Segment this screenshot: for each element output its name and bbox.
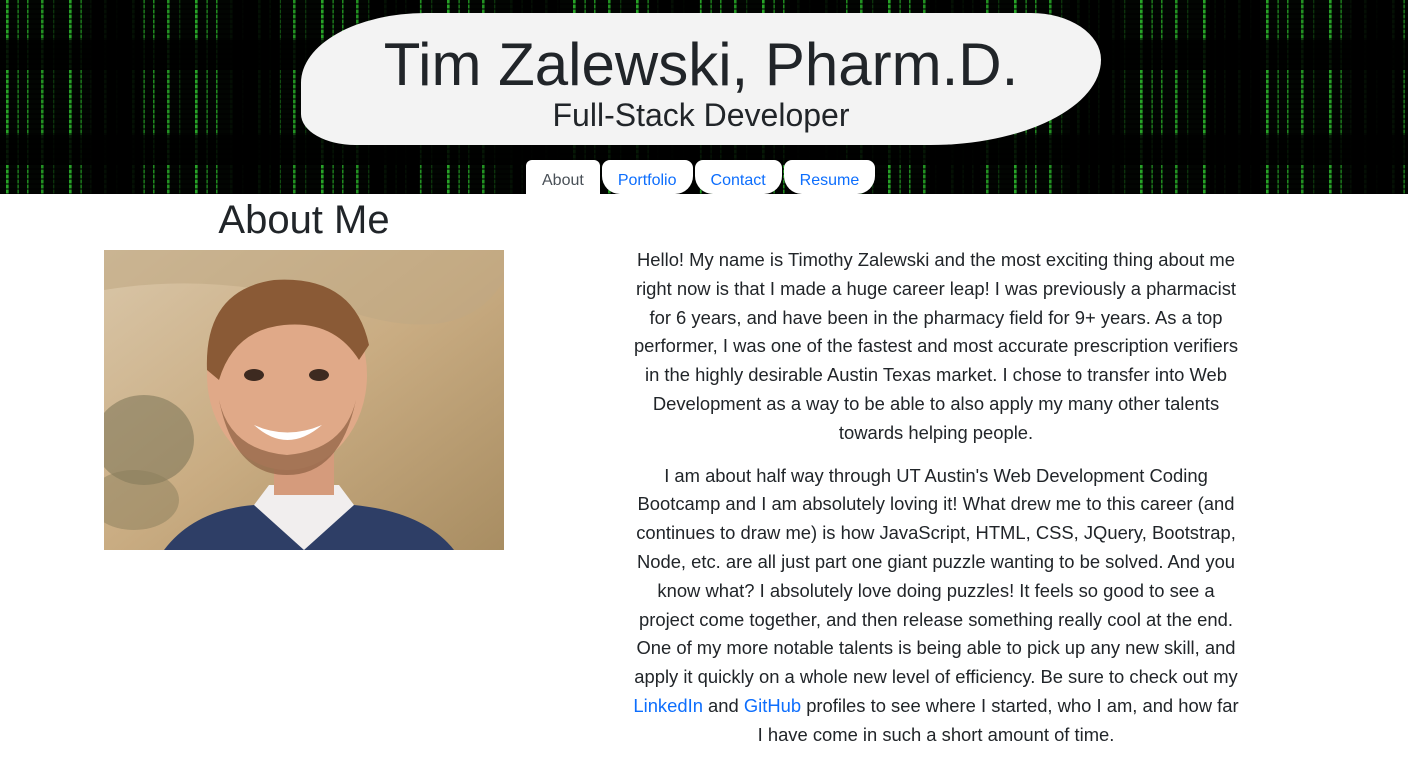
title-bubble: Tim Zalewski, Pharm.D. Full-Stack Develo… — [301, 13, 1101, 145]
site-subtitle: Full-Stack Developer — [552, 97, 850, 133]
site-header: Tim Zalewski, Pharm.D. Full-Stack Develo… — [0, 0, 1408, 194]
bio-text-segment: profiles to see where I started, who I a… — [757, 694, 1239, 745]
bio-text-segment: I am about half way through UT Austin's … — [634, 464, 1238, 688]
nav-tabs: About Portfolio Contact Resume — [526, 160, 877, 194]
profile-photo — [104, 250, 504, 550]
bio-paragraph-1: Hello! My name is Timothy Zalewski and t… — [633, 249, 1239, 443]
tab-resume[interactable]: Resume — [783, 160, 876, 194]
bio-paragraph-2: I am about half way through UT Austin's … — [630, 462, 1242, 750]
tab-contact[interactable]: Contact — [694, 160, 782, 194]
linkedin-link[interactable]: LinkedIn — [633, 695, 703, 716]
bio-text-segment: and — [702, 694, 744, 716]
site-title: Tim Zalewski, Pharm.D. — [383, 31, 1019, 98]
about-heading: About Me — [218, 198, 390, 242]
about-bio: Hello! My name is Timothy Zalewski and t… — [630, 246, 1242, 764]
tab-portfolio[interactable]: Portfolio — [601, 160, 693, 194]
portrait-illustration — [104, 250, 504, 550]
github-link[interactable]: GitHub — [744, 695, 801, 716]
tab-about[interactable]: About — [526, 160, 600, 194]
